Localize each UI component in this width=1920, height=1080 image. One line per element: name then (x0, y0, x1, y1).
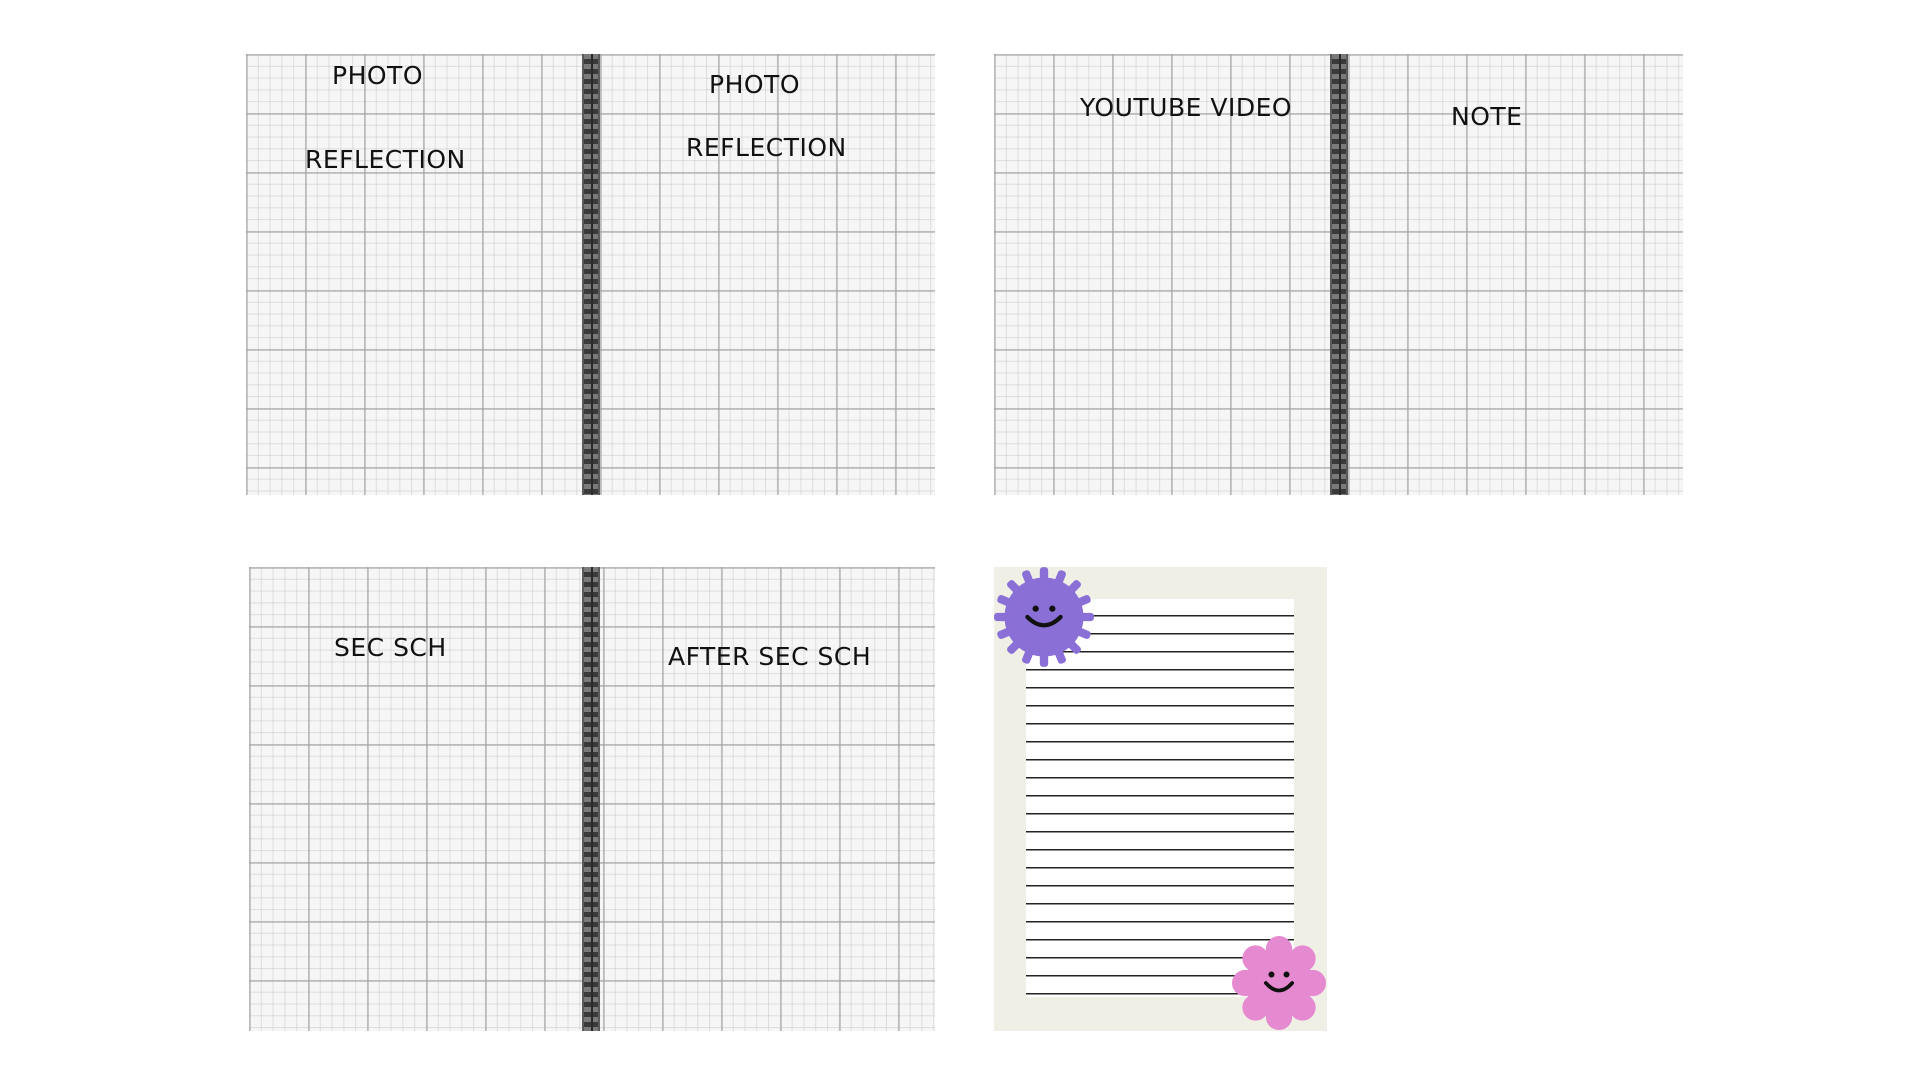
memo-pad (994, 567, 1327, 1031)
page-label-reflection-left: REFLECTION (305, 145, 466, 174)
notebook-spread-sec-sch: SEC SCH AFTER SEC SCH (249, 567, 935, 1031)
page-label-reflection-right: REFLECTION (686, 133, 847, 162)
smiley-flower-icon (1232, 936, 1326, 1030)
notebook-spread-photo: PHOTO REFLECTION PHOTO REFLECTION (246, 54, 935, 495)
page-label-youtube-video: YOUTUBE VIDEO (1080, 93, 1293, 122)
page-label-after-sec-sch: AFTER SEC SCH (668, 642, 872, 671)
spiral-binding (582, 54, 600, 495)
spiral-binding (1330, 54, 1348, 495)
smiley-flower-icon (994, 567, 1094, 667)
page-label-photo-left: PHOTO (332, 61, 424, 90)
page-label-sec-sch: SEC SCH (334, 633, 447, 662)
notebook-spread-youtube: YOUTUBE VIDEO NOTE (994, 54, 1683, 495)
page-label-note: NOTE (1451, 102, 1523, 131)
canvas: PHOTO REFLECTION PHOTO REFLECTION YOUTUB… (0, 0, 1920, 1080)
spiral-binding (582, 567, 600, 1031)
page-label-photo-right: PHOTO (709, 70, 801, 99)
